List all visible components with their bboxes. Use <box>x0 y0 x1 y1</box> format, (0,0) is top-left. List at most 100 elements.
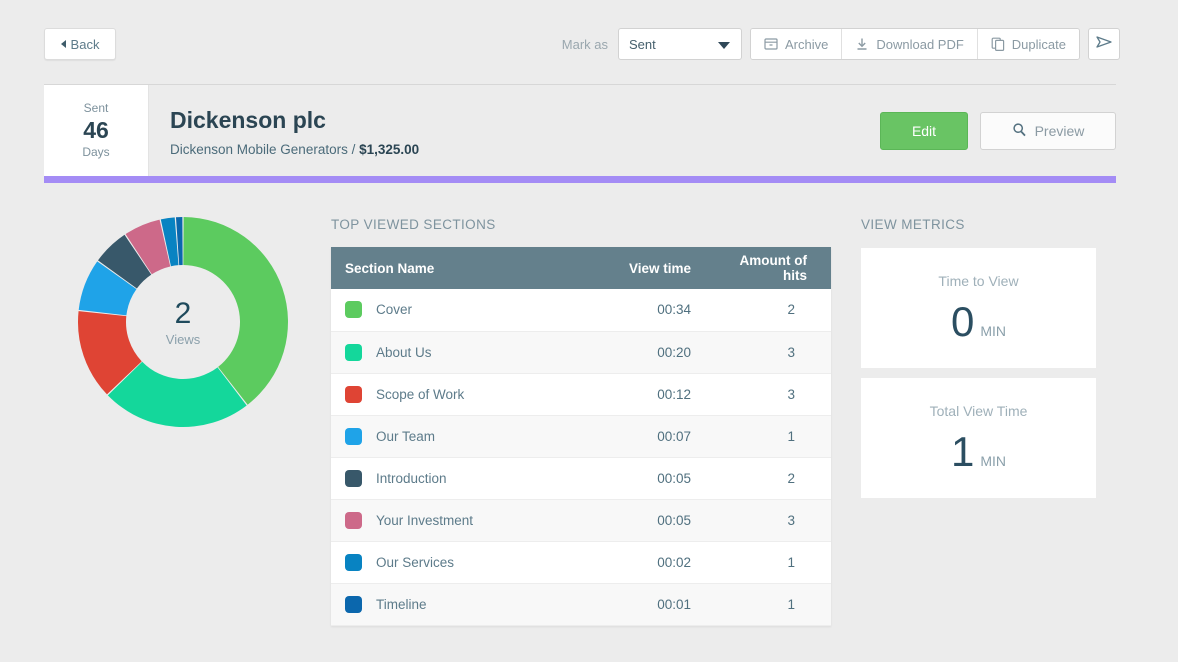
badge-bottom-label: Days <box>82 144 109 161</box>
back-button[interactable]: Back <box>44 28 116 60</box>
send-paper-plane-icon <box>1095 33 1113 56</box>
cell-amount-of-hits: 1 <box>711 541 831 583</box>
section-name-label: Our Team <box>376 429 435 444</box>
table-row[interactable]: Your Investment 00:053 <box>331 499 831 541</box>
download-pdf-button[interactable]: Download PDF <box>842 29 977 59</box>
color-swatch-icon <box>345 596 362 613</box>
top-viewed-sections-table: Section Name View time Amount of hits Co… <box>331 247 831 626</box>
archive-icon <box>764 37 778 51</box>
document-header-card: Sent 46 Days Dickenson plc Dickenson Mob… <box>44 84 1116 176</box>
table-row[interactable]: Introduction 00:052 <box>331 457 831 499</box>
cell-amount-of-hits: 1 <box>711 415 831 457</box>
search-icon <box>1012 122 1027 140</box>
table-body: Cover00:342About Us00:203Scope of Work00… <box>331 289 831 625</box>
metric-value: 0 <box>951 301 974 343</box>
cell-amount-of-hits: 1 <box>711 583 831 625</box>
cell-section-name: Your Investment <box>331 499 601 541</box>
metric-card-time-to-view: Time to View 0 MIN <box>861 248 1096 368</box>
cell-view-time: 00:05 <box>601 457 711 499</box>
metric-label: Total View Time <box>930 403 1028 419</box>
badge-days-number: 46 <box>83 117 109 144</box>
table-row[interactable]: Our Team00:071 <box>331 415 831 457</box>
color-swatch-icon <box>345 554 362 571</box>
section-name-label: Our Services <box>376 555 454 570</box>
donut-center-value: 2 <box>175 297 192 331</box>
metric-card-total-view-time: Total View Time 1 MIN <box>861 378 1096 498</box>
metric-unit: MIN <box>980 453 1006 469</box>
column-header-amount-of-hits: Amount of hits <box>711 247 831 289</box>
donut-center-label: 2 Views <box>131 270 235 374</box>
download-pdf-label: Download PDF <box>876 37 963 52</box>
metric-label: Time to View <box>938 273 1018 289</box>
badge-top-label: Sent <box>84 100 109 117</box>
color-swatch-icon <box>345 470 362 487</box>
section-name-label: Your Investment <box>376 513 473 528</box>
metric-value: 1 <box>951 431 974 473</box>
column-header-section-name: Section Name <box>331 247 601 289</box>
status-select-value: Sent <box>629 37 656 52</box>
duplicate-icon <box>991 37 1005 51</box>
preview-button-label: Preview <box>1035 123 1085 139</box>
metric-unit: MIN <box>980 323 1006 339</box>
color-swatch-icon <box>345 512 362 529</box>
cell-section-name: Introduction <box>331 457 601 499</box>
archive-label: Archive <box>785 37 828 52</box>
document-amount: $1,325.00 <box>359 142 419 157</box>
table-row[interactable]: Scope of Work 00:123 <box>331 373 831 415</box>
donut-center-caption: Views <box>166 332 200 347</box>
table-head: Section Name View time Amount of hits <box>331 247 831 289</box>
column-header-view-time: View time <box>601 247 711 289</box>
status-select[interactable]: Sent <box>618 28 742 60</box>
cell-view-time: 00:20 <box>601 331 711 373</box>
cell-section-name: Our Team <box>331 415 601 457</box>
edit-button[interactable]: Edit <box>880 112 968 150</box>
section-name-label: Cover <box>376 302 412 317</box>
top-viewed-sections-title: TOP VIEWED SECTIONS <box>331 217 496 232</box>
cell-section-name: Cover <box>331 289 601 331</box>
cell-section-name: Timeline <box>331 583 601 625</box>
mark-as-label: Mark as <box>562 37 608 52</box>
cell-view-time: 00:02 <box>601 541 711 583</box>
back-arrow-icon <box>61 40 66 48</box>
cell-section-name: Our Services <box>331 541 601 583</box>
views-donut-chart: 2 Views <box>74 213 292 431</box>
header-actions: Edit Preview <box>880 112 1116 150</box>
table-row[interactable]: Our Services 00:021 <box>331 541 831 583</box>
chevron-down-icon <box>718 42 730 49</box>
table-row[interactable]: Timeline00:011 <box>331 583 831 625</box>
metric-value-row: 0 MIN <box>951 301 1006 343</box>
cell-amount-of-hits: 3 <box>711 331 831 373</box>
document-subtitle-name: Dickenson Mobile Generators / <box>170 142 355 157</box>
cell-view-time: 00:05 <box>601 499 711 541</box>
cell-amount-of-hits: 3 <box>711 373 831 415</box>
preview-button[interactable]: Preview <box>980 112 1116 150</box>
section-name-label: Scope of Work <box>376 387 464 402</box>
view-metrics-title: VIEW METRICS <box>861 217 965 232</box>
back-button-label: Back <box>71 37 100 52</box>
color-swatch-icon <box>345 344 362 361</box>
table-row[interactable]: About Us 00:203 <box>331 331 831 373</box>
table-row[interactable]: Cover00:342 <box>331 289 831 331</box>
section-name-label: Introduction <box>376 471 447 486</box>
cell-amount-of-hits: 2 <box>711 289 831 331</box>
cell-amount-of-hits: 3 <box>711 499 831 541</box>
edit-button-label: Edit <box>912 123 936 139</box>
cell-view-time: 00:12 <box>601 373 711 415</box>
cell-section-name: Scope of Work <box>331 373 601 415</box>
section-name-label: Timeline <box>376 597 427 612</box>
send-button[interactable] <box>1088 28 1120 60</box>
top-toolbar: Back Mark as Sent Archive <box>0 0 1178 84</box>
table-header-row: Section Name View time Amount of hits <box>331 247 831 289</box>
cell-amount-of-hits: 2 <box>711 457 831 499</box>
color-swatch-icon <box>345 301 362 318</box>
section-name-label: About Us <box>376 345 432 360</box>
archive-button[interactable]: Archive <box>751 29 842 59</box>
progress-bar <box>44 176 1116 183</box>
cell-section-name: About Us <box>331 331 601 373</box>
download-icon <box>855 37 869 51</box>
toolbar-actions: Mark as Sent Archive <box>562 28 1120 60</box>
duplicate-label: Duplicate <box>1012 37 1066 52</box>
sent-days-badge: Sent 46 Days <box>44 85 149 176</box>
duplicate-button[interactable]: Duplicate <box>978 29 1079 59</box>
color-swatch-icon <box>345 386 362 403</box>
